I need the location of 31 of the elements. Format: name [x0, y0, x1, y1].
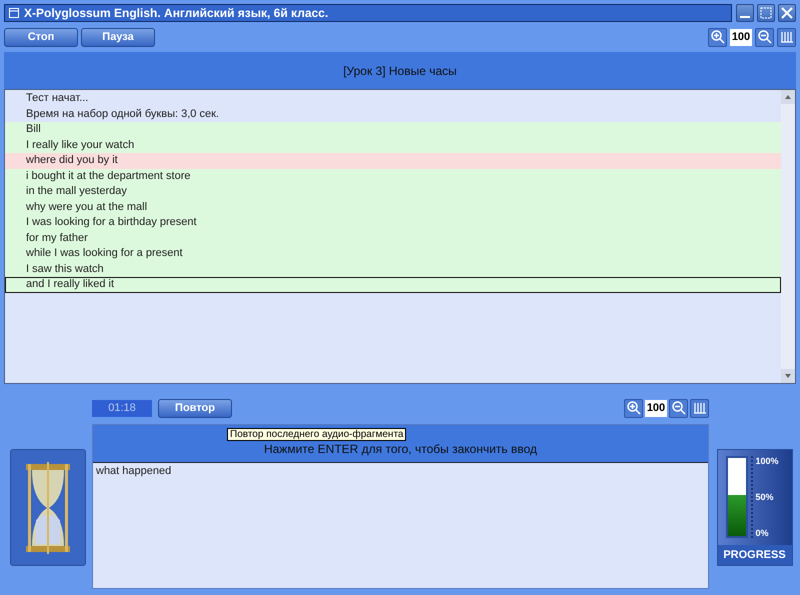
- close-icon: [780, 6, 794, 20]
- maximize-button[interactable]: [757, 4, 775, 22]
- minimize-icon: [740, 16, 750, 18]
- zoom-reset-icon[interactable]: [777, 28, 796, 46]
- zoom-in-icon[interactable]: [624, 398, 643, 418]
- timer: 01:18: [92, 400, 152, 416]
- progress-caption: PROGRESS: [718, 545, 792, 565]
- answer-field[interactable]: what happened: [93, 463, 708, 588]
- toolbar-button[interactable]: Пауза: [81, 28, 155, 46]
- window-icon: [9, 8, 19, 18]
- zoom-value: 100: [730, 28, 752, 46]
- zoom-out-icon[interactable]: [755, 28, 774, 46]
- scroll-bar[interactable]: [781, 90, 795, 383]
- scroll-down-icon[interactable]: [781, 369, 795, 383]
- zoom-reset-icon[interactable]: [690, 398, 709, 418]
- minimize-button[interactable]: [736, 4, 754, 22]
- window-title: X-Polyglossum English. Английский язык, 6й класс.: [24, 6, 328, 20]
- maximize-icon: [759, 6, 773, 20]
- tooltip: Повтор последнего аудио-фрагмента: [227, 428, 406, 441]
- zoom-value: 100: [645, 400, 667, 416]
- scale-label: 100%: [756, 456, 780, 466]
- scale-label: 0%: [756, 528, 770, 538]
- lesson-title: [Урок 3] Новые часы: [343, 64, 457, 78]
- close-button[interactable]: [778, 4, 796, 22]
- zoom-out-icon[interactable]: [669, 398, 688, 418]
- scroll-up-icon[interactable]: [781, 90, 795, 104]
- hint-text: Нажмите ENTER для того, чтобы закончить ввод: [264, 442, 538, 456]
- scale-label: 50%: [756, 492, 775, 502]
- zoom-in-icon[interactable]: [708, 28, 727, 46]
- repeat-button[interactable]: Повтор: [158, 398, 232, 418]
- toolbar-button[interactable]: Стоп: [4, 28, 78, 46]
